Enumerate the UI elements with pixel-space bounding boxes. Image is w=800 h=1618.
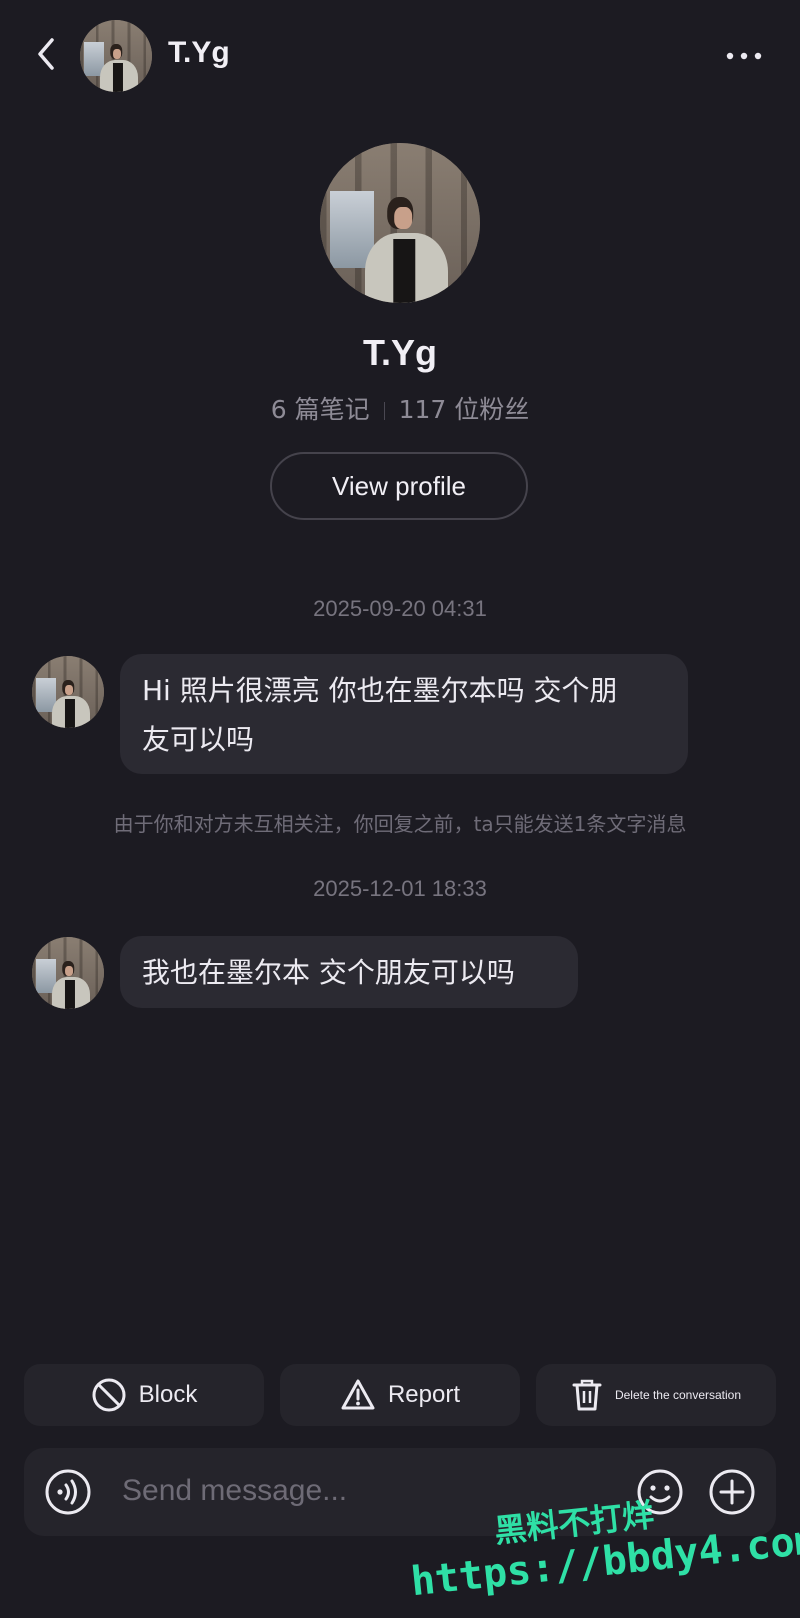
- notes-count: 6 篇笔记: [270, 395, 370, 424]
- profile-stats: 6 篇笔记 117 位粉丝: [0, 390, 800, 426]
- trash-icon: [572, 1379, 602, 1411]
- message-input[interactable]: Send message...: [122, 1474, 347, 1508]
- warning-icon: [341, 1379, 375, 1410]
- block-icon: [92, 1378, 126, 1412]
- message-timestamp: 2025-12-01 18:33: [313, 876, 487, 901]
- chevron-left-icon: [38, 38, 54, 70]
- back-button[interactable]: [28, 34, 64, 74]
- sender-avatar[interactable]: [32, 937, 104, 1009]
- sender-avatar[interactable]: [32, 656, 104, 728]
- add-attachment-button[interactable]: [708, 1468, 756, 1516]
- voice-icon: [45, 1469, 91, 1515]
- message-bubble[interactable]: Hi 照片很漂亮 你也在墨尔本吗 交个朋 友可以吗: [120, 654, 688, 774]
- voice-input-button[interactable]: [44, 1468, 92, 1516]
- message-text-line: Hi 照片很漂亮 你也在墨尔本吗 交个朋: [142, 674, 618, 707]
- profile-avatar[interactable]: [320, 143, 480, 303]
- block-label: Block: [138, 1381, 198, 1408]
- message-bubble[interactable]: 我也在墨尔本 交个朋友可以吗: [120, 936, 578, 1008]
- followers-count: 117 位粉丝: [398, 395, 530, 424]
- stats-divider: [383, 402, 385, 420]
- delete-conversation-label: Delete the conversation: [614, 1388, 742, 1402]
- report-button[interactable]: Report: [280, 1364, 520, 1426]
- message-timestamp: 2025-09-20 04:31: [313, 596, 487, 621]
- message-text-line: 友可以吗: [142, 723, 255, 756]
- header-avatar[interactable]: [80, 20, 152, 92]
- profile-name: T.Yg: [362, 332, 437, 373]
- header-username[interactable]: T.Yg: [168, 36, 230, 70]
- more-horizontal-icon: [726, 52, 762, 60]
- chat-restriction-notice: 由于你和对方未互相关注，你回复之前，ta只能发送1条文字消息: [113, 812, 687, 836]
- block-button[interactable]: Block: [24, 1364, 264, 1426]
- message-text-line: 我也在墨尔本 交个朋友可以吗: [142, 956, 515, 989]
- view-profile-button[interactable]: View profile: [270, 452, 528, 520]
- more-options-button[interactable]: [724, 44, 764, 68]
- plus-circle-icon: [709, 1469, 755, 1515]
- report-label: Report: [387, 1381, 461, 1408]
- delete-conversation-button[interactable]: Delete the conversation: [536, 1364, 776, 1426]
